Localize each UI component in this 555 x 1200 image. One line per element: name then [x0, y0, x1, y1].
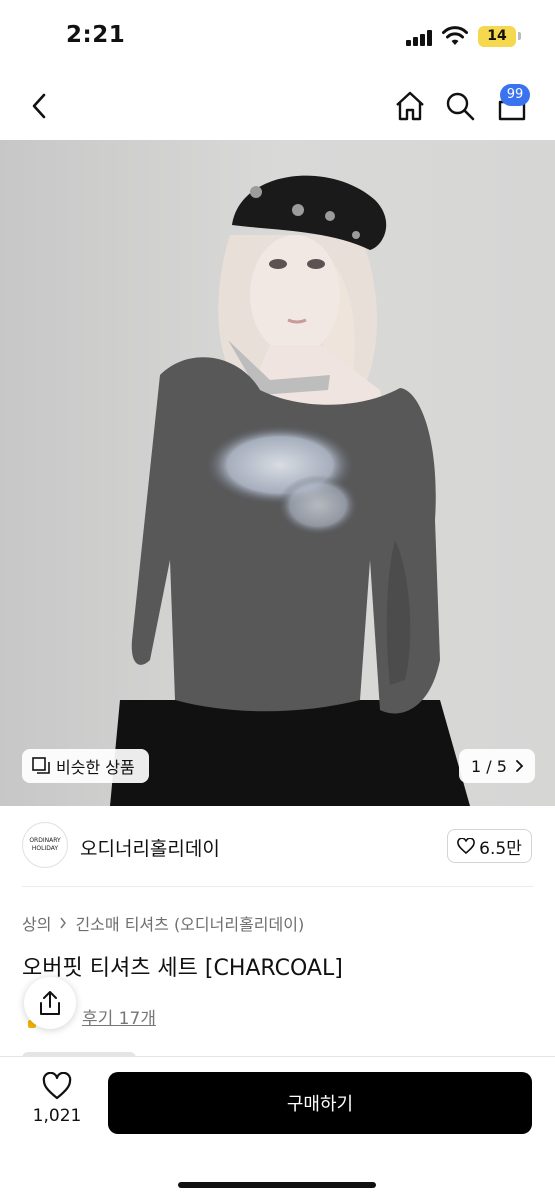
home-icon — [396, 91, 424, 121]
similar-products-button[interactable]: 비슷한 상품 — [22, 749, 149, 783]
brand-logo[interactable]: ORDINARY HOLIDAY — [22, 822, 68, 868]
home-indicator — [178, 1182, 376, 1188]
brand-like-count: 6.5만 — [479, 838, 522, 859]
cellular-signal-icon — [406, 30, 434, 46]
product-title: 오버핏 티셔츠 세트 [CHARCOAL] — [22, 956, 343, 981]
breadcrumb-chevron-icon — [60, 917, 67, 929]
similar-items-icon — [32, 757, 50, 774]
heart-icon — [42, 1072, 72, 1100]
chevron-right-icon — [516, 760, 524, 772]
review-count-link[interactable]: 후기 17개 — [82, 1004, 156, 1029]
battery-tip — [518, 32, 521, 40]
battery-indicator: 14 — [478, 26, 516, 47]
buy-button[interactable]: 구매하기 — [108, 1072, 532, 1134]
wishlist-count: 1,021 — [32, 1106, 82, 1126]
similar-products-label: 비슷한 상품 — [56, 758, 135, 777]
brand-logo-line2: HOLIDAY — [31, 845, 59, 852]
section-divider — [22, 886, 533, 887]
breadcrumb-category[interactable]: 상의 — [22, 911, 51, 935]
cart-count-badge: 99 — [500, 84, 530, 106]
status-time: 2:21 — [66, 22, 126, 48]
search-icon — [446, 92, 475, 121]
product-image[interactable] — [0, 140, 555, 806]
brand-name-link[interactable]: 오디너리홀리데이 — [80, 834, 220, 861]
top-navigation — [0, 72, 555, 140]
image-pager[interactable]: 1 / 5 — [459, 749, 535, 783]
back-button[interactable] — [18, 84, 62, 128]
breadcrumb: 상의 긴소매 티셔츠 (오디너리홀리데이) — [22, 911, 304, 935]
status-bar: 2:21 14 — [0, 0, 555, 72]
search-button[interactable] — [438, 84, 482, 128]
wishlist-button[interactable]: 1,021 — [30, 1072, 84, 1126]
share-icon — [40, 991, 60, 1015]
wifi-icon — [442, 26, 468, 45]
brand-logo-line1: ORDINARY — [29, 837, 61, 844]
brand-like-button[interactable]: 6.5만 — [447, 829, 532, 863]
back-chevron-icon — [32, 93, 46, 119]
breadcrumb-subcategory[interactable]: 긴소매 티셔츠 (오디너리홀리데이) — [75, 911, 304, 935]
model-photo — [0, 140, 555, 806]
share-button[interactable] — [24, 977, 76, 1029]
heart-outline-icon — [457, 838, 475, 854]
home-button[interactable] — [388, 84, 432, 128]
image-page-indicator: 1 / 5 — [471, 756, 507, 776]
